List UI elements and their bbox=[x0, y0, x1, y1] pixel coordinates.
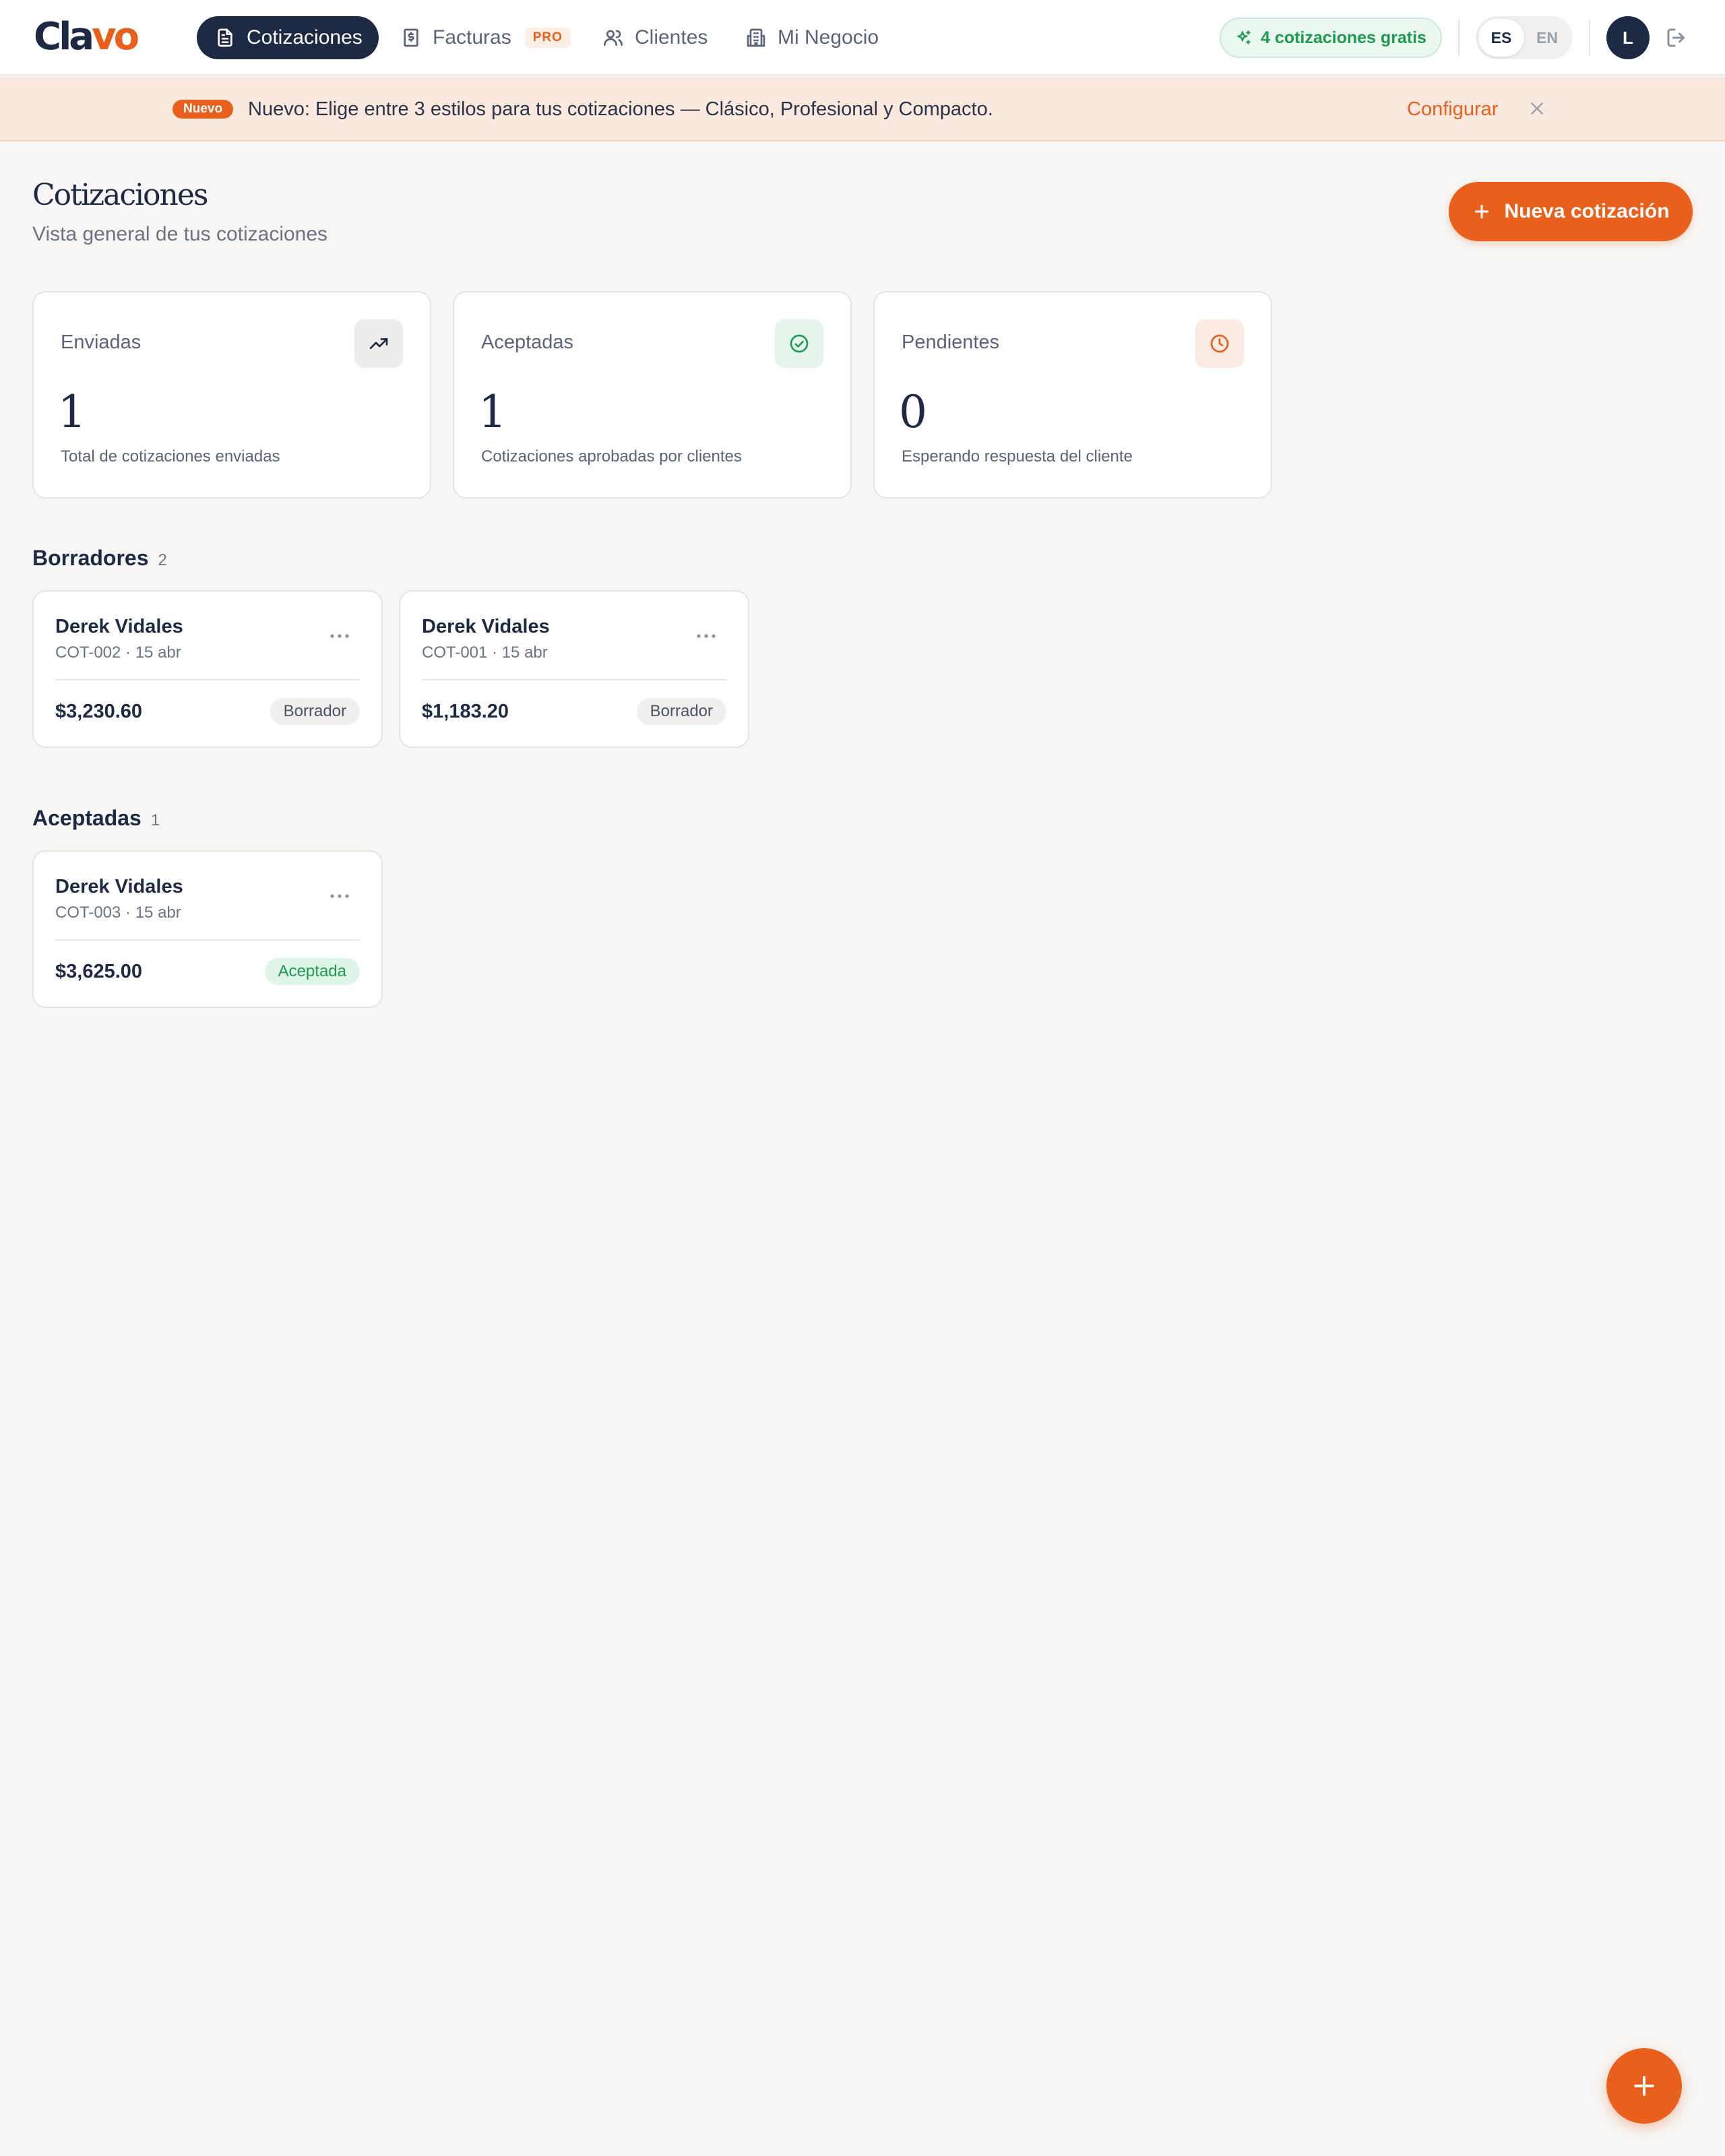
configure-link[interactable]: Configurar bbox=[1407, 97, 1498, 121]
stat-card-sent: Enviadas 1 Total de cotizaciones enviada… bbox=[32, 291, 431, 499]
quote-client-name: Derek Vidales bbox=[422, 616, 550, 637]
stat-label: Pendientes bbox=[902, 331, 1000, 353]
announcement-banner: Nuevo Nuevo: Elige entre 3 estilos para … bbox=[0, 77, 1725, 141]
section-title-text: Aceptadas bbox=[32, 806, 142, 830]
nav-tab-cotizaciones[interactable]: Cotizaciones bbox=[197, 16, 379, 59]
free-quotes-pill[interactable]: 4 cotizaciones gratis bbox=[1220, 18, 1442, 58]
section-count: 1 bbox=[150, 811, 160, 829]
section-title-accepted: Aceptadas 1 bbox=[32, 804, 160, 834]
check-circle-icon bbox=[775, 319, 823, 368]
nav-tab-mi-negocio[interactable]: Mi Negocio bbox=[745, 16, 879, 59]
stat-value: 0 bbox=[899, 386, 927, 438]
quote-amount: $3,625.00 bbox=[55, 961, 143, 982]
document-icon bbox=[218, 28, 232, 47]
section-title-text: Borradores bbox=[32, 546, 149, 570]
stat-card-pending: Pendientes 0 Esperando respuesta del cli… bbox=[873, 291, 1272, 499]
nav-tab-facturas[interactable]: Facturas PRO bbox=[400, 16, 571, 59]
quote-amount: $1,183.20 bbox=[422, 701, 509, 722]
free-quotes-text: 4 cotizaciones gratis bbox=[1261, 28, 1426, 47]
receipt-icon bbox=[404, 28, 418, 47]
nav-divider bbox=[1589, 20, 1590, 55]
clock-icon bbox=[1195, 319, 1244, 368]
stat-description: Esperando respuesta del cliente bbox=[902, 447, 1133, 466]
card-divider bbox=[422, 679, 726, 680]
quote-meta: COT-001 · 15 abr bbox=[422, 643, 548, 662]
close-icon[interactable] bbox=[1527, 98, 1547, 119]
nav-tab-clientes[interactable]: Clientes bbox=[602, 16, 708, 59]
more-options-icon[interactable] bbox=[695, 632, 717, 640]
lang-option-en[interactable]: EN bbox=[1524, 19, 1570, 57]
stat-value: 1 bbox=[58, 386, 86, 438]
plus-icon bbox=[1475, 204, 1489, 219]
building-icon bbox=[747, 28, 765, 47]
stat-label: Aceptadas bbox=[481, 331, 574, 353]
stat-card-accepted: Aceptadas 1 Cotizaciones aprobadas por c… bbox=[453, 291, 852, 499]
trending-up-icon bbox=[354, 319, 403, 368]
logo-text-accent: vo bbox=[92, 15, 139, 59]
stat-description: Cotizaciones aprobadas por clientes bbox=[481, 447, 742, 466]
nav-label: Cotizaciones bbox=[247, 26, 363, 49]
section-title-drafts: Borradores 2 bbox=[32, 544, 167, 574]
nav-label: Clientes bbox=[635, 26, 708, 49]
users-icon bbox=[604, 30, 623, 46]
quote-card[interactable]: Derek Vidales COT-002 · 15 abr $3,230.60… bbox=[32, 590, 383, 748]
nav-divider bbox=[1458, 20, 1460, 55]
page-title: Cotizaciones bbox=[32, 178, 208, 212]
status-badge: Borrador bbox=[636, 698, 726, 725]
new-quote-label: Nueva cotización bbox=[1504, 200, 1670, 222]
card-divider bbox=[55, 679, 360, 680]
more-options-icon[interactable] bbox=[329, 632, 350, 640]
stat-label: Enviadas bbox=[61, 331, 142, 353]
top-navbar: Clavo Cotizaciones Facturas PRO Clientes… bbox=[0, 0, 1725, 75]
page-subtitle: Vista general de tus cotizaciones bbox=[32, 223, 328, 245]
quote-amount: $3,230.60 bbox=[55, 701, 143, 722]
language-switcher: ES EN bbox=[1476, 16, 1573, 59]
quote-meta: COT-002 · 15 abr bbox=[55, 643, 181, 662]
plus-icon bbox=[1634, 2076, 1654, 2096]
user-avatar[interactable]: L bbox=[1606, 16, 1650, 59]
quote-client-name: Derek Vidales bbox=[55, 616, 183, 637]
quote-card[interactable]: Derek Vidales COT-003 · 15 abr $3,625.00… bbox=[32, 850, 383, 1008]
section-count: 2 bbox=[158, 551, 167, 569]
quote-meta: COT-003 · 15 abr bbox=[55, 903, 181, 922]
lang-option-es[interactable]: ES bbox=[1478, 19, 1524, 57]
new-quote-button[interactable]: Nueva cotización bbox=[1449, 182, 1693, 241]
card-divider bbox=[55, 939, 360, 941]
sparkles-icon bbox=[1237, 30, 1251, 44]
pro-badge: PRO bbox=[524, 28, 571, 48]
status-badge: Borrador bbox=[270, 698, 360, 725]
more-options-icon[interactable] bbox=[329, 892, 350, 900]
stat-description: Total de cotizaciones enviadas bbox=[61, 447, 280, 466]
floating-add-button[interactable] bbox=[1606, 2048, 1682, 2124]
new-badge: Nuevo bbox=[172, 100, 234, 119]
logout-icon[interactable] bbox=[1664, 26, 1689, 50]
banner-text: Nuevo: Elige entre 3 estilos para tus co… bbox=[248, 98, 993, 120]
quote-card[interactable]: Derek Vidales COT-001 · 15 abr $1,183.20… bbox=[399, 590, 749, 748]
logo-text-dark: Cla bbox=[34, 15, 94, 59]
nav-label: Mi Negocio bbox=[778, 26, 879, 49]
quote-client-name: Derek Vidales bbox=[55, 876, 183, 897]
stat-value: 1 bbox=[478, 386, 507, 438]
status-badge: Aceptada bbox=[264, 958, 360, 985]
nav-label: Facturas bbox=[433, 26, 511, 49]
clavo-logo[interactable]: Clavo bbox=[34, 13, 139, 61]
